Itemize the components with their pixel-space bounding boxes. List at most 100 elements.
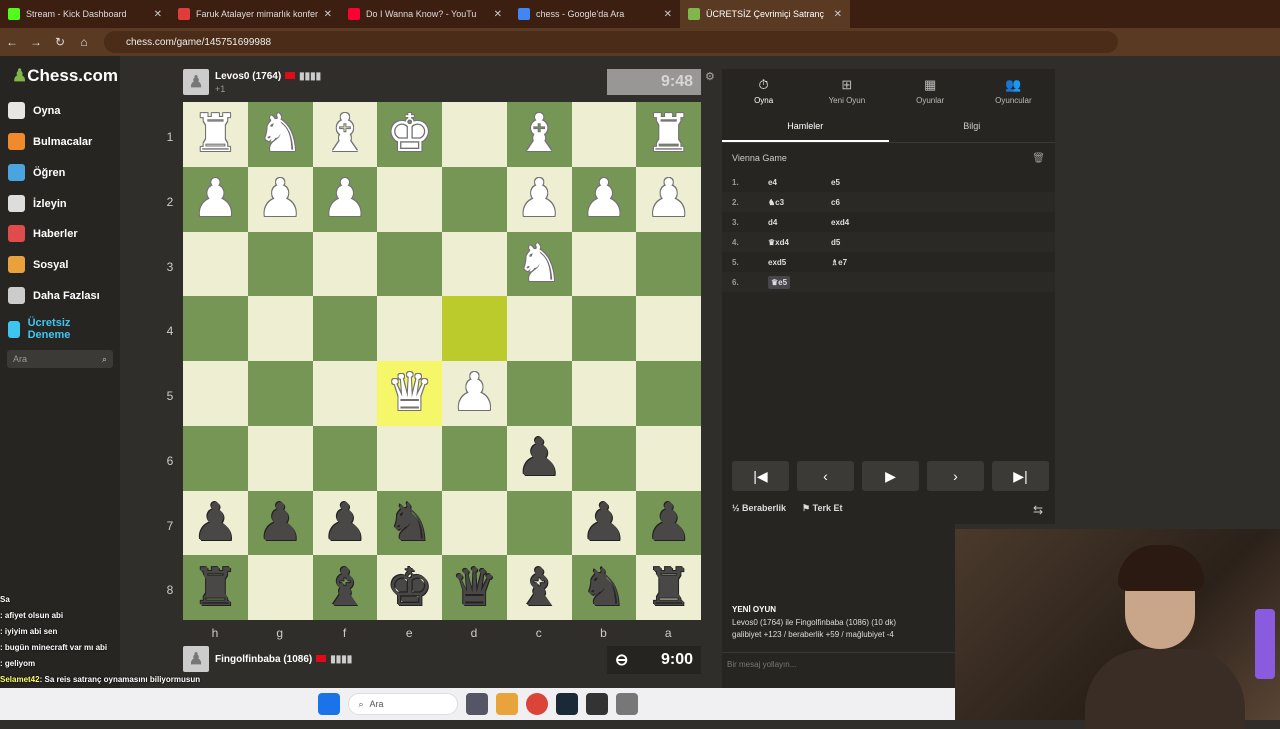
white-pawn-icon[interactable]: ♟: [192, 173, 239, 225]
board-square[interactable]: [442, 231, 507, 297]
file-explorer-icon[interactable]: [495, 693, 518, 715]
black-move[interactable]: ♗e7: [831, 258, 891, 267]
black-move[interactable]: c6: [831, 198, 891, 207]
board-square[interactable]: ♞: [247, 102, 313, 167]
sidebar-item-haberler[interactable]: Haberler: [8, 225, 78, 242]
white-pawn-icon[interactable]: ♟: [322, 173, 369, 225]
black-bishop-icon[interactable]: ♝: [516, 562, 563, 614]
board-square[interactable]: [506, 490, 572, 556]
board-square[interactable]: ♚: [377, 555, 442, 620]
board-square[interactable]: ♞: [506, 231, 572, 297]
taskbar-search[interactable]: ⌕ Ara: [347, 693, 458, 715]
board-square[interactable]: ♟: [183, 490, 248, 556]
search-icon[interactable]: ⌕: [102, 354, 107, 365]
board-square[interactable]: [442, 425, 507, 491]
board-square[interactable]: ♝: [506, 102, 572, 167]
board-square[interactable]: [183, 361, 248, 426]
close-icon[interactable]: ✕: [324, 9, 332, 20]
board-square[interactable]: ♟: [442, 361, 507, 426]
sidebar-item-izleyin[interactable]: İzleyin: [8, 195, 67, 212]
board-square[interactable]: ♟: [247, 166, 313, 232]
board-square[interactable]: ♛: [377, 361, 442, 426]
board-square[interactable]: ♟: [247, 490, 313, 556]
white-bishop-icon[interactable]: ♝: [516, 108, 563, 160]
board-square[interactable]: [571, 102, 637, 167]
board-square[interactable]: [247, 231, 313, 297]
black-knight-icon[interactable]: ♞: [581, 562, 628, 614]
white-move[interactable]: ♛e5: [768, 275, 831, 289]
board-square[interactable]: [442, 102, 507, 167]
forward-icon[interactable]: →: [24, 35, 48, 49]
sidebar-item-oyna[interactable]: Oyna: [8, 102, 61, 119]
sidebar-item-daha-fazlasi[interactable]: Daha Fazlası: [8, 287, 100, 304]
chrome-icon[interactable]: [525, 693, 548, 715]
board-square[interactable]: [636, 425, 701, 491]
board-square[interactable]: [183, 425, 248, 491]
board-square[interactable]: ♟: [636, 166, 701, 232]
white-pawn-icon[interactable]: ♟: [516, 173, 563, 225]
board-square[interactable]: [183, 296, 248, 361]
taskview-icon[interactable]: [465, 693, 488, 715]
board-square[interactable]: [312, 425, 378, 491]
board-square[interactable]: [571, 425, 637, 491]
close-icon[interactable]: ✕: [834, 9, 842, 20]
white-pawn-icon[interactable]: ♟: [451, 367, 498, 419]
white-king-icon[interactable]: ♚: [386, 108, 433, 160]
board-square[interactable]: ♜: [636, 555, 701, 620]
board-square[interactable]: [442, 166, 507, 232]
gear-icon[interactable]: ⚙: [705, 70, 715, 83]
board-square[interactable]: ♟: [506, 166, 572, 232]
tab-oyunlar[interactable]: ▦ Oyunlar: [889, 69, 972, 113]
play-button[interactable]: ▶: [862, 461, 919, 491]
chesscom-logo[interactable]: ♟Chess.com: [12, 66, 118, 86]
board-square[interactable]: [247, 361, 313, 426]
chat-input[interactable]: Bir mesaj yollayın...: [722, 652, 955, 678]
sidebar-search-input[interactable]: Ara ⌕: [7, 350, 113, 368]
browser-tab[interactable]: Stream - Kick Dashboard ✕: [0, 0, 170, 28]
black-queen-icon[interactable]: ♛: [451, 562, 498, 614]
white-rook-icon[interactable]: ♜: [192, 108, 239, 160]
tab-oyuncular[interactable]: 👥 Oyuncular: [972, 69, 1055, 113]
board-square[interactable]: [636, 231, 701, 297]
board-square[interactable]: [312, 361, 378, 426]
black-move[interactable]: d5: [831, 238, 891, 247]
board-square[interactable]: ♟: [571, 166, 637, 232]
tab-oyna[interactable]: ⏱ Oyna: [722, 69, 805, 113]
black-knight-icon[interactable]: ♞: [386, 497, 433, 549]
address-bar[interactable]: chess.com/game/145751699988: [104, 31, 1118, 53]
board-square[interactable]: [571, 296, 637, 361]
white-knight-icon[interactable]: ♞: [516, 238, 563, 290]
white-knight-icon[interactable]: ♞: [257, 108, 304, 160]
obs-icon[interactable]: [585, 693, 608, 715]
board-square[interactable]: ♟: [312, 490, 378, 556]
black-pawn-icon[interactable]: ♟: [516, 432, 563, 484]
board-square[interactable]: [506, 296, 572, 361]
sidebar-item-ogren[interactable]: Öğren: [8, 164, 65, 181]
browser-tab[interactable]: chess - Google'da Ara ✕: [510, 0, 680, 28]
board-square[interactable]: [247, 296, 313, 361]
browser-tab[interactable]: Do I Wanna Know? - YouTu ✕: [340, 0, 510, 28]
black-pawn-icon[interactable]: ♟: [645, 497, 692, 549]
white-move[interactable]: ♞c3: [768, 198, 831, 207]
black-rook-icon[interactable]: ♜: [645, 562, 692, 614]
last-move-button[interactable]: ▶|: [992, 461, 1049, 491]
resign-button[interactable]: ⚑ Terk Et: [802, 503, 842, 514]
home-icon[interactable]: ⌂: [72, 35, 96, 49]
board-square[interactable]: ♝: [312, 102, 378, 167]
board-square[interactable]: [377, 231, 442, 297]
board-square[interactable]: [377, 166, 442, 232]
black-pawn-icon[interactable]: ♟: [581, 497, 628, 549]
white-pawn-icon[interactable]: ♟: [581, 173, 628, 225]
board-square[interactable]: [442, 296, 507, 361]
board-square[interactable]: [312, 231, 378, 297]
white-move[interactable]: e4: [768, 178, 831, 187]
black-bishop-icon[interactable]: ♝: [322, 562, 369, 614]
board-square[interactable]: [636, 361, 701, 426]
black-move[interactable]: exd4: [831, 218, 891, 227]
black-move[interactable]: e5: [831, 178, 891, 187]
tab-yeni-oyun[interactable]: ⊞ Yeni Oyun: [805, 69, 888, 113]
sidebar-item-ucretsiz-deneme[interactable]: Ücretsiz Deneme: [8, 317, 88, 341]
white-move[interactable]: exd5: [768, 258, 831, 267]
back-icon[interactable]: ←: [0, 35, 24, 49]
white-rook-icon[interactable]: ♜: [645, 108, 692, 160]
